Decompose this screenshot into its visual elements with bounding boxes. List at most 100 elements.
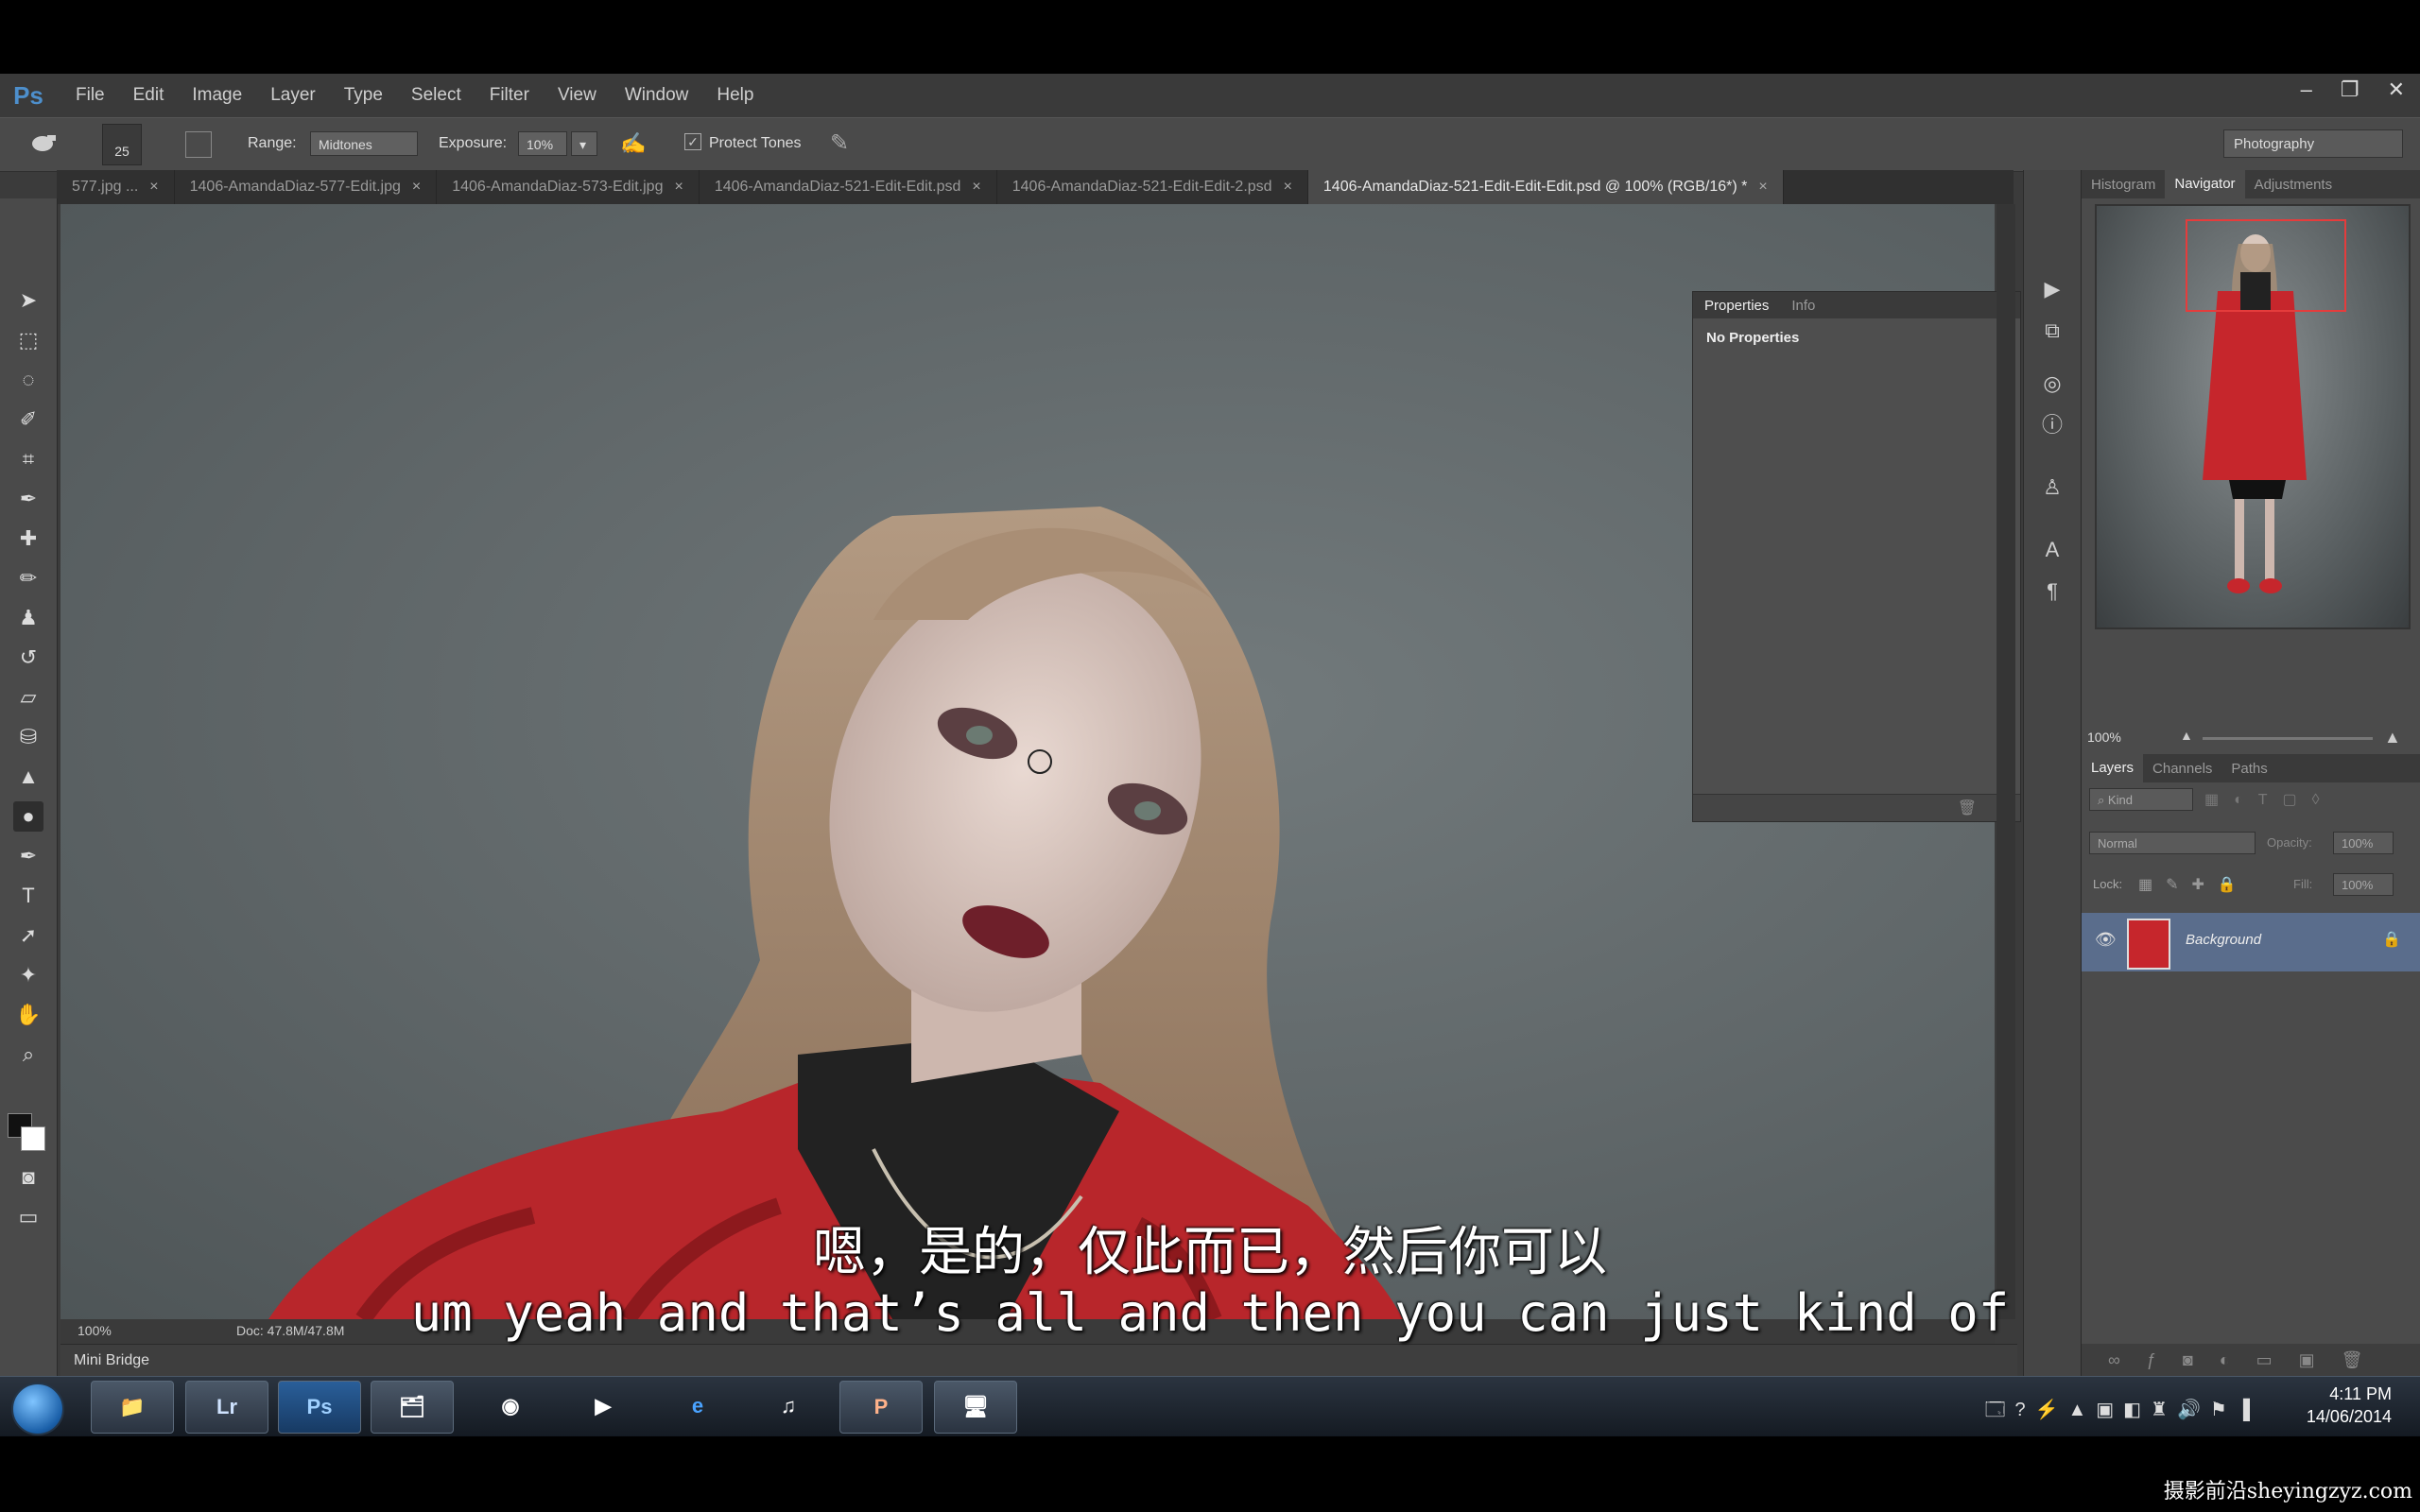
layer-filter-select[interactable]: ⌕ Kind — [2089, 788, 2193, 811]
tab-close-icon[interactable]: × — [1758, 179, 1767, 195]
tab-properties[interactable]: Properties — [1693, 298, 1780, 314]
lightroom-taskbar-button[interactable]: Lr — [185, 1381, 268, 1434]
tab-close-icon[interactable]: × — [1284, 179, 1292, 195]
tab-adjustments[interactable]: Adjustments — [2245, 177, 2342, 193]
menu-image[interactable]: Image — [192, 85, 242, 106]
menu-help[interactable]: Help — [717, 85, 753, 106]
paragraph-icon[interactable]: ¶ — [2037, 576, 2067, 607]
actions-icon[interactable]: ▶ — [2037, 274, 2067, 304]
range-select[interactable]: Midtones — [310, 131, 418, 156]
tab-histogram[interactable]: Histogram — [2082, 177, 2165, 193]
stamp-tool-icon[interactable]: ♟ — [13, 603, 43, 633]
hand-tool-icon[interactable]: ✋ — [13, 1000, 43, 1030]
quick-select-tool-icon[interactable]: ✐ — [13, 404, 43, 435]
tab-navigator[interactable]: Navigator — [2165, 170, 2245, 198]
path-select-tool-icon[interactable]: ➚ — [13, 920, 43, 951]
navigator-zoom-value[interactable]: 100% — [2087, 730, 2121, 745]
system-tray-icons[interactable]: 🗔?⚡▲▣◧♜🔊⚑▐ — [1985, 1396, 2259, 1428]
zoom-in-icon[interactable]: ▲ — [2384, 728, 2401, 747]
opacity-input[interactable]: 100% — [2333, 832, 2394, 854]
protect-tones-checkbox[interactable]: ✓ — [684, 133, 701, 150]
explorer-icon[interactable]: 📁 — [91, 1381, 174, 1434]
tab-paths[interactable]: Paths — [2221, 761, 2276, 777]
tab-close-icon[interactable]: × — [149, 179, 158, 195]
tab-info[interactable]: Info — [1780, 298, 1826, 314]
menu-type[interactable]: Type — [344, 85, 383, 106]
healing-tool-icon[interactable]: ✚ — [13, 524, 43, 554]
layer-filter-icons[interactable]: ▦◐T▢◊ — [2204, 790, 2335, 809]
zoom-out-icon[interactable]: ▲ — [2180, 728, 2193, 743]
restore-button[interactable]: ❐ — [2341, 77, 2360, 102]
exposure-input[interactable]: 10% — [518, 131, 567, 156]
info-icon[interactable]: ⓘ — [2037, 410, 2067, 440]
start-button[interactable] — [11, 1383, 64, 1435]
pressure-icon[interactable]: ✎ — [830, 129, 849, 157]
menu-filter[interactable]: Filter — [490, 85, 529, 106]
lock-icons[interactable]: ▦✎✚🔒 — [2138, 875, 2250, 894]
eraser-tool-icon[interactable]: ▱ — [13, 682, 43, 713]
tool-preset-icon[interactable] — [30, 131, 59, 156]
type-tool-icon[interactable]: T — [13, 881, 43, 911]
remote-desktop-icon[interactable]: 🖥 — [934, 1381, 1017, 1434]
move-tool-icon[interactable]: ➤ — [13, 285, 43, 316]
powerpoint-icon[interactable]: P — [839, 1381, 923, 1434]
chrome-icon[interactable]: ◉ — [469, 1381, 552, 1434]
character-icon[interactable]: A — [2037, 535, 2067, 565]
navigator-zoom-slider[interactable] — [2203, 737, 2373, 740]
history-brush-tool-icon[interactable]: ↺ — [13, 643, 43, 673]
layers-footer-icons[interactable]: ∞ƒ◙◐▭▣🗑 — [2082, 1344, 2420, 1376]
tab-521-edit-edit-edit[interactable]: 1406-AmandaDiaz-521-Edit-Edit-Edit.psd @… — [1307, 170, 1784, 204]
menu-view[interactable]: View — [558, 85, 596, 106]
tab-521-edit-edit-2[interactable]: 1406-AmandaDiaz-521-Edit-Edit-2.psd × — [997, 170, 1308, 204]
visibility-eye-icon[interactable]: 👁 — [2095, 930, 2117, 950]
brush-size-picker[interactable]: 25 — [102, 124, 142, 165]
brush-tool-icon[interactable]: ✏ — [13, 563, 43, 593]
navigator-view-box[interactable] — [2186, 219, 2346, 312]
workspace-select[interactable]: Photography — [2223, 129, 2403, 158]
history-icon[interactable]: ⧉ — [2037, 316, 2067, 346]
quick-mask-icon[interactable]: ◙ — [13, 1162, 43, 1193]
shape-tool-icon[interactable]: ✦ — [13, 960, 43, 990]
close-button[interactable]: ✕ — [2388, 77, 2405, 102]
menu-file[interactable]: File — [76, 85, 105, 106]
trash-icon[interactable]: 🗑 — [1958, 799, 1977, 817]
dodge-tool-icon[interactable]: ● — [13, 801, 43, 832]
crop-tool-icon[interactable]: ⌗ — [13, 444, 43, 474]
airbrush-icon[interactable]: ✍ — [620, 131, 646, 156]
brush-panel-icon[interactable] — [185, 131, 212, 158]
menu-edit[interactable]: Edit — [133, 85, 164, 106]
taskbar-clock[interactable]: 4:11 PM 14/06/2014 — [2278, 1383, 2392, 1428]
menu-layer[interactable]: Layer — [270, 85, 316, 106]
tab-577-edit[interactable]: 1406-AmandaDiaz-577-Edit.jpg × — [175, 170, 438, 204]
brush-presets-icon[interactable]: ◎ — [2037, 369, 2067, 399]
layer-row-background[interactable]: 👁 Background 🔒 — [2082, 913, 2420, 971]
tab-573-edit[interactable]: 1406-AmandaDiaz-573-Edit.jpg × — [437, 170, 700, 204]
pen-tool-icon[interactable]: ✒ — [13, 841, 43, 871]
navigator-thumbnail[interactable] — [2095, 204, 2411, 629]
tab-close-icon[interactable]: × — [412, 179, 421, 195]
photoshop-taskbar-button[interactable]: Ps — [278, 1381, 361, 1434]
media-player-icon[interactable]: ▶ — [562, 1381, 645, 1434]
clone-source-icon[interactable]: ♙ — [2037, 472, 2067, 503]
mini-bridge-tab[interactable]: Mini Bridge — [74, 1352, 149, 1369]
internet-explorer-icon[interactable]: e — [656, 1381, 739, 1434]
exposure-dropdown[interactable]: ▾ — [571, 131, 597, 156]
menu-window[interactable]: Window — [625, 85, 689, 106]
tab-close-icon[interactable]: × — [674, 179, 683, 195]
tab-577[interactable]: 577.jpg ... × — [57, 170, 175, 204]
background-color-swatch[interactable] — [21, 1126, 45, 1151]
tab-layers[interactable]: Layers — [2082, 754, 2144, 782]
minimize-button[interactable]: – — [2301, 77, 2312, 102]
tab-channels[interactable]: Channels — [2143, 761, 2221, 777]
menu-select[interactable]: Select — [411, 85, 461, 106]
blur-tool-icon[interactable]: ▲ — [13, 762, 43, 792]
tab-close-icon[interactable]: × — [972, 179, 980, 195]
fill-input[interactable]: 100% — [2333, 873, 2394, 896]
folder-icon[interactable]: 🗂 — [371, 1381, 454, 1434]
tab-521-edit-edit[interactable]: 1406-AmandaDiaz-521-Edit-Edit.psd × — [700, 170, 997, 204]
itunes-icon[interactable]: ♫ — [747, 1381, 830, 1434]
lasso-tool-icon[interactable]: ◌ — [13, 365, 43, 395]
eyedropper-tool-icon[interactable]: ✒ — [13, 484, 43, 514]
layer-name[interactable]: Background — [2186, 932, 2261, 948]
vertical-scrollbar[interactable] — [1996, 204, 2015, 1319]
